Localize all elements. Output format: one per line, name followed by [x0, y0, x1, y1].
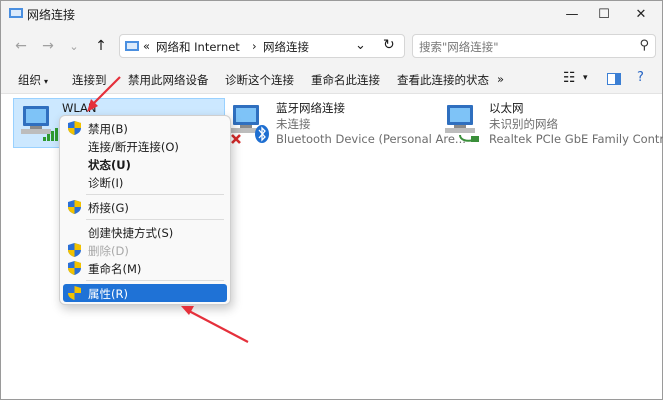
adapter-name: 蓝牙网络连接 [276, 101, 345, 115]
preview-pane-icon[interactable] [607, 73, 621, 85]
command-bar: 组织 ▾ 连接到 禁用此网络设备 诊断这个连接 重命名此连接 查看此连接的状态 »… [1, 65, 662, 94]
uac-shield-icon [68, 121, 81, 135]
minimize-button[interactable]: — [554, 1, 590, 27]
breadcrumb-network-connections[interactable]: 网络连接 [263, 39, 309, 55]
uac-shield-icon [68, 243, 81, 257]
address-bar[interactable]: « 网络和 Internet › 网络连接 ⌄ ↻ [119, 34, 405, 58]
forward-button[interactable]: → [37, 35, 59, 57]
chevron-down-icon: ⌄ [69, 39, 79, 53]
menu-item-bridge[interactable]: 桥接(G) [63, 198, 227, 216]
close-icon: ✕ [635, 6, 647, 22]
uac-shield-icon [68, 200, 81, 214]
minimize-icon: — [565, 6, 579, 22]
menu-item-connect-disconnect[interactable]: 连接/断开连接(O) [63, 137, 227, 155]
network-folder-icon [125, 41, 139, 51]
adapter-bluetooth[interactable]: 蓝牙网络连接 未连接 Bluetooth Device (Personal Ar… [227, 98, 466, 148]
menu-item-delete: 删除(D) [63, 241, 227, 259]
menu-item-label: 禁用(B) [88, 122, 128, 136]
connect-to-button[interactable]: 连接到 [72, 72, 107, 88]
wireless-adapter-icon [21, 106, 58, 141]
menu-item-label: 删除(D) [88, 244, 129, 258]
forward-arrow-icon: → [42, 38, 54, 54]
breadcrumb-separator: › [252, 39, 257, 53]
adapter-name: 以太网 [489, 101, 524, 115]
breadcrumb-network-internet[interactable]: 网络和 Internet [156, 39, 240, 55]
menu-separator [86, 219, 224, 220]
menu-item-rename[interactable]: 重命名(M) [63, 259, 227, 277]
address-dropdown-icon[interactable]: ⌄ [355, 38, 366, 53]
maximize-icon: ☐ [598, 6, 610, 22]
context-menu: 禁用(B) 连接/断开连接(O) 状态(U) 诊断(I) 桥接(G) 创建快捷方… [59, 115, 231, 305]
search-icon[interactable]: ⚲ [639, 38, 649, 53]
menu-item-label: 诊断(I) [88, 176, 124, 190]
menu-item-label: 属性(R) [88, 287, 128, 301]
menu-item-label: 创建快捷方式(S) [88, 226, 174, 240]
menu-item-create-shortcut[interactable]: 创建快捷方式(S) [63, 223, 227, 241]
diagnose-button[interactable]: 诊断这个连接 [225, 72, 294, 88]
up-button[interactable]: ↑ [90, 35, 112, 57]
menu-separator [86, 194, 224, 195]
up-arrow-icon: ↑ [95, 38, 107, 54]
menu-separator [86, 280, 224, 281]
window-title: 网络连接 [27, 8, 76, 22]
rename-button[interactable]: 重命名此连接 [311, 72, 380, 88]
menu-item-status[interactable]: 状态(U) [63, 155, 227, 173]
view-options-icon[interactable]: ☷ [563, 70, 576, 86]
search-box[interactable]: 搜索"网络连接" ⚲ [412, 34, 656, 58]
back-arrow-icon: ← [15, 38, 27, 54]
back-button[interactable]: ← [10, 35, 32, 57]
uac-shield-icon [68, 261, 81, 275]
more-commands-button[interactable]: » [497, 72, 504, 86]
close-button[interactable]: ✕ [623, 1, 659, 27]
menu-item-label: 连接/断开连接(O) [88, 140, 179, 154]
menu-item-label: 重命名(M) [88, 262, 142, 276]
menu-item-label: 桥接(G) [88, 201, 129, 215]
menu-item-diagnose[interactable]: 诊断(I) [63, 173, 227, 191]
uac-shield-icon [68, 286, 81, 300]
adapter-status: 未连接 [276, 117, 311, 131]
breadcrumb-overflow[interactable]: « [143, 39, 150, 53]
title-bar: 网络连接 — ☐ ✕ [1, 1, 662, 27]
menu-item-properties[interactable]: 属性(R) [63, 284, 227, 302]
network-folder-icon [9, 8, 23, 18]
refresh-icon[interactable]: ↻ [383, 37, 395, 53]
adapter-device: Bluetooth Device (Personal Are... [276, 132, 466, 146]
adapter-ethernet[interactable]: 以太网 未识别的网络 Realtek PCIe GbE Family Contr… [441, 98, 663, 148]
search-placeholder: 搜索"网络连接" [419, 40, 499, 54]
disable-device-button[interactable]: 禁用此网络设备 [128, 72, 209, 88]
adapter-status: 未识别的网络 [489, 117, 558, 131]
view-dropdown-icon[interactable]: ▾ [583, 73, 588, 83]
adapter-name: WLAN [62, 101, 97, 115]
maximize-button[interactable]: ☐ [586, 1, 622, 27]
recent-locations-button[interactable]: ⌄ [63, 35, 85, 57]
dropdown-arrow-icon: ▾ [44, 77, 49, 86]
navigation-bar: ← → ⌄ ↑ « 网络和 Internet › 网络连接 ⌄ ↻ 搜索"网络连… [1, 27, 662, 65]
ethernet-adapter-icon [445, 105, 479, 142]
help-icon[interactable]: ? [637, 70, 644, 85]
organize-label: 组织 [18, 73, 41, 87]
bluetooth-adapter-icon [231, 105, 269, 144]
menu-item-label: 状态(U) [88, 158, 131, 172]
menu-item-disable[interactable]: 禁用(B) [63, 119, 227, 137]
network-connections-window: 网络连接 — ☐ ✕ ← → ⌄ ↑ « 网络和 Internet › 网络连接… [0, 0, 663, 400]
adapter-device: Realtek PCIe GbE Family Contr... [489, 132, 663, 146]
organize-menu[interactable]: 组织 ▾ [18, 72, 48, 88]
view-status-button[interactable]: 查看此连接的状态 [397, 72, 489, 88]
